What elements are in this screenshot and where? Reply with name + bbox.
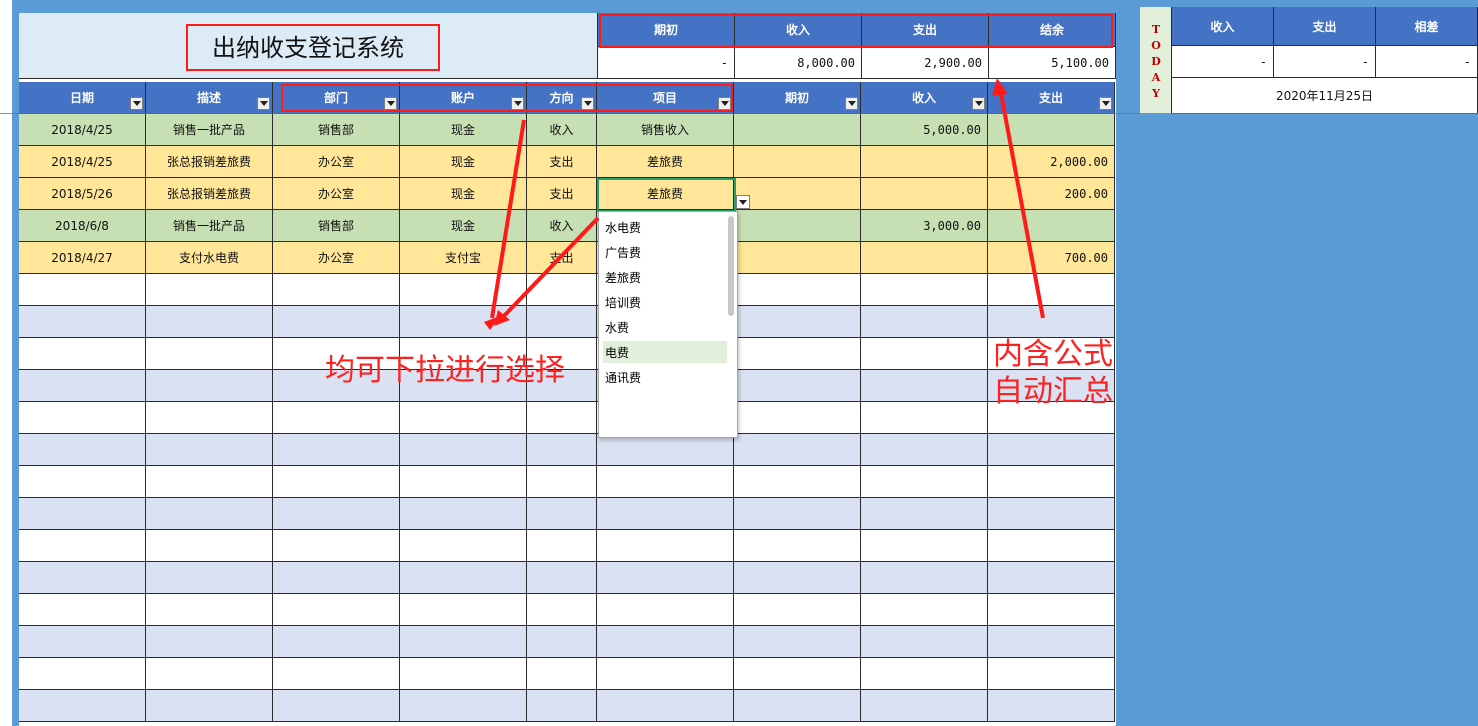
formula-annotation-line2: 自动汇总 [993,374,1113,409]
formula-annotation-line1: 内含公式 [993,337,1113,372]
arrow-line-item [500,216,600,320]
arrow-line-formula [998,87,1045,319]
freeze-pane-line [0,113,1478,114]
annotation-arrows [484,78,1045,330]
arrow-head-formula [992,78,1008,96]
arrow-line-department [490,119,526,319]
spreadsheet-view: 出纳收支登记系统 期初 收入 支出 结余 - 8,000.00 2,900.00… [0,0,1478,726]
dropdown-annotation: 均可下拉进行选择 [325,353,565,388]
